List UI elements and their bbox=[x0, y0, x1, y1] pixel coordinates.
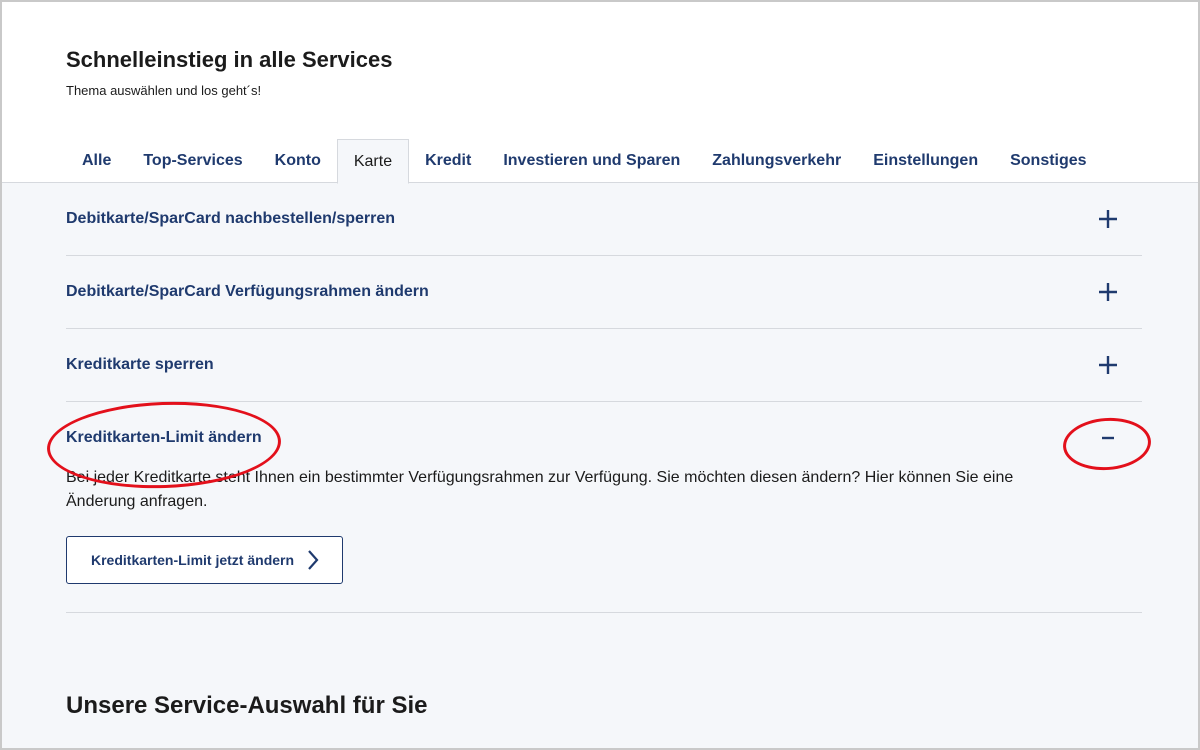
tab-konto[interactable]: Konto bbox=[259, 139, 337, 183]
change-credit-limit-button[interactable]: Kreditkarten-Limit jetzt ändern bbox=[66, 536, 344, 584]
tab-einstellungen[interactable]: Einstellungen bbox=[857, 139, 994, 183]
accordion-header[interactable]: Kreditkarte sperren bbox=[66, 329, 1142, 401]
accordion-header[interactable]: Debitkarte/SparCard nachbestellen/sperre… bbox=[66, 183, 1142, 255]
tab-karte[interactable]: Karte bbox=[336, 139, 410, 184]
tab-top-services[interactable]: Top-Services bbox=[127, 139, 258, 183]
accordion-description: Bei jeder Kreditkarte steht Ihnen ein be… bbox=[66, 469, 1014, 510]
minus-icon[interactable] bbox=[1096, 426, 1120, 450]
accordion-body: Bei jeder Kreditkarte steht Ihnen ein be… bbox=[66, 466, 1142, 612]
tab-kredit[interactable]: Kredit bbox=[409, 139, 487, 183]
accordion-title: Kreditkarte sperren bbox=[66, 356, 214, 373]
accordion-item-expanded: Kreditkarten-Limit ändern Bei jeder Kred… bbox=[66, 402, 1142, 613]
accordion-item: Kreditkarte sperren bbox=[66, 329, 1142, 402]
page-title: Schnelleinstieg in alle Services bbox=[66, 47, 393, 72]
accordion-title: Debitkarte/SparCard nachbestellen/sperre… bbox=[66, 210, 396, 227]
plus-icon[interactable] bbox=[1096, 353, 1120, 377]
accordion-header[interactable]: Kreditkarten-Limit ändern bbox=[66, 402, 1142, 474]
button-label: Kreditkarten-Limit jetzt ändern bbox=[91, 552, 295, 568]
page-subtitle: Thema auswählen und los geht´s! bbox=[66, 83, 262, 98]
service-accordion: Debitkarte/SparCard nachbestellen/sperre… bbox=[66, 183, 1142, 613]
plus-icon[interactable] bbox=[1096, 280, 1120, 304]
tab-zahlungsverkehr[interactable]: Zahlungsverkehr bbox=[696, 139, 857, 183]
tab-investieren-und-sparen[interactable]: Investieren und Sparen bbox=[487, 139, 696, 183]
plus-icon[interactable] bbox=[1096, 207, 1120, 231]
accordion-header[interactable]: Debitkarte/SparCard Verfügungsrahmen änd… bbox=[66, 256, 1142, 328]
accordion-item: Debitkarte/SparCard nachbestellen/sperre… bbox=[66, 183, 1142, 256]
service-tabs: Alle Top-Services Konto Karte Kredit Inv… bbox=[66, 139, 1103, 184]
accordion-title: Debitkarte/SparCard Verfügungsrahmen änd… bbox=[66, 283, 429, 300]
accordion-item: Debitkarte/SparCard Verfügungsrahmen änd… bbox=[66, 256, 1142, 329]
accordion-title: Kreditkarten-Limit ändern bbox=[66, 429, 262, 446]
services-header: Schnelleinstieg in alle Services Thema a… bbox=[0, 0, 1200, 184]
tab-sonstiges[interactable]: Sonstiges bbox=[994, 139, 1102, 183]
tab-alle[interactable]: Alle bbox=[66, 139, 127, 183]
tab-panel-karte: Debitkarte/SparCard nachbestellen/sperre… bbox=[0, 183, 1200, 750]
chevron-right-icon bbox=[306, 549, 320, 571]
section-title: Unsere Service-Auswahl für Sie bbox=[66, 692, 428, 719]
